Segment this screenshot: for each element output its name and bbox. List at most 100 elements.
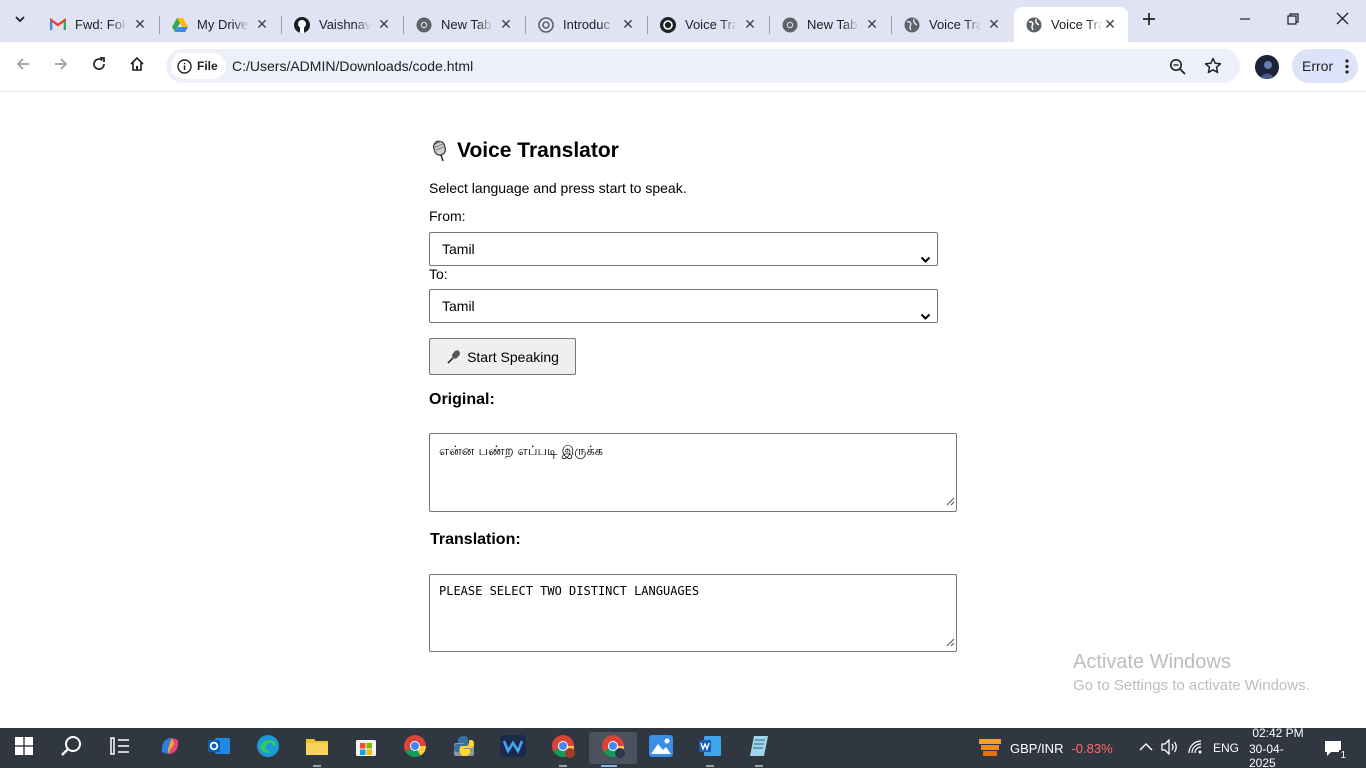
close-icon	[1336, 12, 1349, 30]
ticker-change: -0.83%	[1071, 740, 1113, 756]
home-button[interactable]	[122, 51, 152, 81]
search-icon	[61, 735, 83, 762]
close-icon[interactable]: ✕	[254, 16, 270, 32]
activate-windows-title: Activate Windows	[1073, 651, 1231, 673]
stock-ticker[interactable]: GBP/INR -0.83%	[978, 728, 1113, 768]
title-text: Voice Translator	[457, 139, 619, 162]
clock[interactable]: 02:42 PM 30-04-2025	[1249, 726, 1307, 770]
close-icon[interactable]: ✕	[742, 16, 758, 32]
tab-title: Voice Tra	[685, 17, 737, 32]
stock-chart-icon	[978, 737, 1002, 759]
github-icon	[294, 16, 310, 33]
openai-icon	[538, 16, 554, 33]
restore-icon	[1287, 12, 1299, 30]
volume-button[interactable]	[1161, 728, 1179, 768]
show-hidden-icons-button[interactable]	[1139, 728, 1153, 768]
tab-title: Fwd: Fold	[75, 17, 127, 32]
back-button[interactable]	[8, 51, 38, 81]
translation-textarea[interactable]: PLEASE SELECT TWO DISTINCT LANGUAGES	[429, 574, 957, 652]
word-button[interactable]	[690, 732, 730, 767]
tab-title: New Tab	[807, 17, 858, 32]
tab-voice-translator-active[interactable]: Voice Tra ✕	[1014, 7, 1128, 42]
edge-button[interactable]	[248, 732, 288, 764]
notepad-button[interactable]	[739, 732, 779, 767]
url-text[interactable]: C:/Users/ADMIN/Downloads/code.html	[232, 58, 473, 74]
start-speaking-label: Start Speaking	[467, 348, 559, 365]
from-language-value: Tamil	[442, 241, 475, 257]
tab-voice-translator-1[interactable]: Voice Tra ✕	[648, 7, 770, 42]
address-bar[interactable]: File C:/Users/ADMIN/Downloads/code.html	[166, 49, 1240, 83]
chevron-down-icon	[920, 301, 931, 333]
tab-title: New Tab	[441, 17, 492, 32]
close-icon[interactable]: ✕	[864, 16, 880, 32]
to-language-select[interactable]: Tamil	[429, 289, 938, 323]
task-view-button[interactable]	[100, 732, 140, 764]
forward-button[interactable]	[46, 51, 76, 81]
restore-button[interactable]	[1270, 0, 1316, 42]
profile-error-button[interactable]: Error	[1292, 49, 1358, 83]
photos-button[interactable]	[641, 732, 681, 764]
from-label: From:	[429, 208, 466, 224]
close-icon[interactable]: ✕	[986, 16, 1002, 32]
taskbar: GBP/INR -0.83% ENG 02:42 PM 30-04-2025 1	[0, 726, 1366, 770]
close-icon[interactable]: ✕	[132, 16, 148, 32]
close-icon[interactable]: ✕	[1102, 16, 1118, 32]
site-info-chip[interactable]: File	[171, 53, 226, 79]
input-language-button[interactable]: ENG	[1213, 728, 1239, 768]
original-heading: Original:	[429, 391, 495, 408]
google-drive-icon	[172, 17, 188, 33]
start-button[interactable]	[4, 732, 44, 764]
home-icon	[129, 56, 145, 77]
start-speaking-button[interactable]: Start Speaking	[429, 338, 576, 375]
tab-new-tab[interactable]: New Tab ✕	[404, 7, 526, 42]
tab-voice-translator-2[interactable]: Voice Tra ✕	[892, 7, 1014, 42]
ticker-pair: GBP/INR	[1010, 740, 1064, 756]
resize-grip-icon[interactable]	[946, 495, 955, 510]
python-button[interactable]	[444, 732, 484, 764]
bookmark-star-icon[interactable]	[1204, 57, 1222, 80]
instructions-text: Select language and press start to speak…	[429, 180, 687, 196]
network-button[interactable]	[1188, 728, 1204, 768]
app-wave-button[interactable]	[493, 732, 533, 764]
gmail-icon	[50, 17, 66, 33]
chrome-active-button[interactable]	[589, 732, 637, 767]
tab-github[interactable]: Vaishnav ✕	[282, 7, 404, 42]
reload-button[interactable]	[84, 51, 114, 81]
resize-grip-icon[interactable]	[946, 636, 955, 650]
tab-search-button[interactable]	[3, 4, 37, 38]
notification-center-button[interactable]: 1	[1323, 728, 1347, 768]
close-icon[interactable]: ✕	[498, 16, 514, 32]
forward-arrow-icon	[53, 56, 69, 77]
original-textarea[interactable]: என்ன பண்ற எப்படி இருக்க	[429, 433, 957, 512]
close-icon[interactable]: ✕	[620, 16, 636, 32]
translation-text: PLEASE SELECT TWO DISTINCT LANGUAGES	[439, 584, 700, 598]
page-content: Voice Translator Select language and pre…	[0, 92, 1366, 728]
new-tab-button[interactable]	[1133, 0, 1165, 42]
tab-gmail[interactable]: Fwd: Fold ✕	[38, 7, 160, 42]
close-icon[interactable]: ✕	[376, 16, 392, 32]
tab-introduction[interactable]: Introduc ✕	[526, 7, 648, 42]
tab-google-drive[interactable]: My Drive ✕	[160, 7, 282, 42]
copilot-button[interactable]	[150, 732, 190, 764]
chrome-icon	[551, 734, 575, 763]
page-title: Voice Translator	[429, 139, 619, 163]
file-explorer-button[interactable]	[297, 732, 337, 767]
word-icon	[698, 735, 722, 762]
tab-title: Vaishnav	[319, 17, 371, 32]
minimize-icon	[1239, 12, 1251, 30]
outlook-button[interactable]	[199, 732, 239, 764]
chrome-button[interactable]	[395, 732, 435, 764]
chrome-profile-button[interactable]	[543, 732, 583, 767]
from-language-select[interactable]: Tamil	[429, 232, 938, 266]
minimize-button[interactable]	[1222, 0, 1268, 42]
search-button[interactable]	[52, 732, 92, 764]
zoom-icon[interactable]	[1169, 58, 1186, 80]
app-wave-icon	[500, 734, 526, 762]
windows-logo-icon	[15, 736, 33, 760]
tab-new-tab-2[interactable]: New Tab ✕	[770, 7, 892, 42]
close-window-button[interactable]	[1319, 0, 1365, 42]
globe-icon	[1026, 17, 1042, 33]
microsoft-store-button[interactable]	[346, 732, 386, 764]
avatar[interactable]	[1255, 55, 1279, 79]
clock-time: 02:42 PM	[1252, 726, 1304, 740]
